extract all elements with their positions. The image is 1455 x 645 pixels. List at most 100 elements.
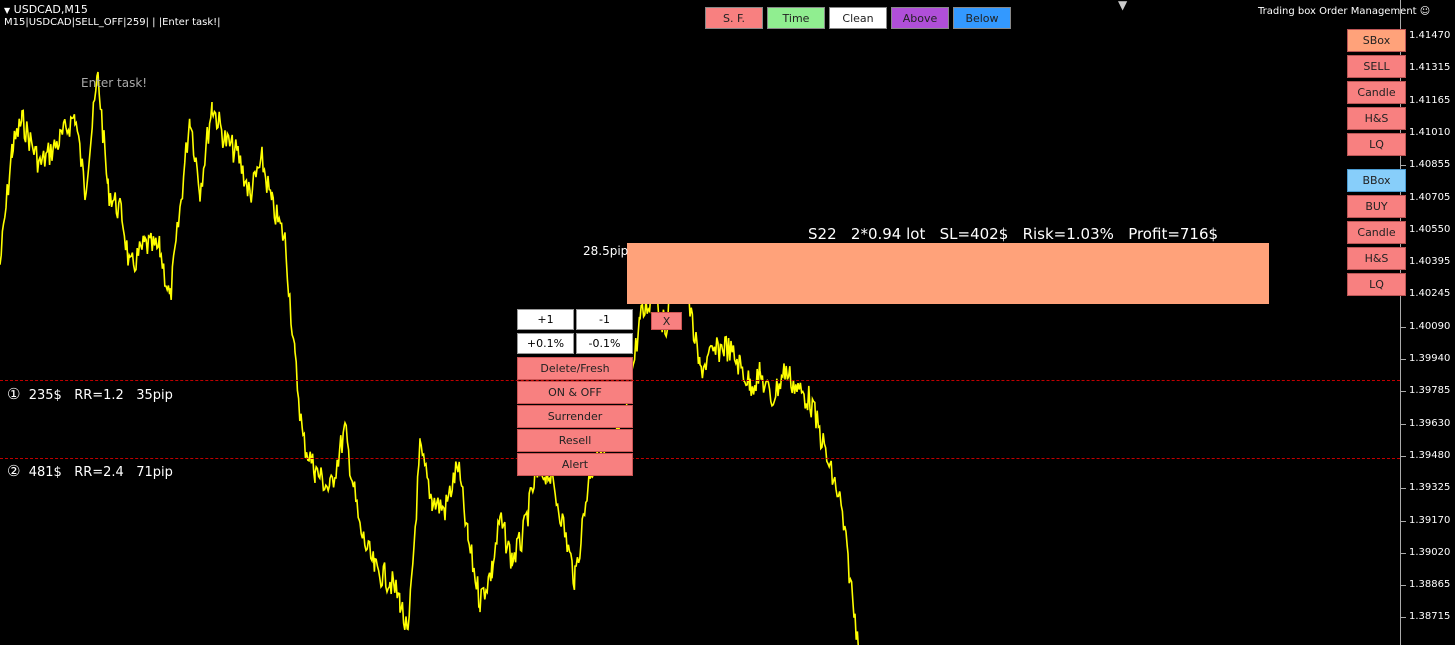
sell-hs-button[interactable]: H&S	[1347, 107, 1406, 130]
price-tick	[1400, 359, 1406, 360]
price-chart	[0, 71, 860, 645]
resell-button[interactable]: Resell	[517, 429, 633, 452]
minus-one-button[interactable]: -1	[576, 309, 633, 330]
price-tick	[1400, 617, 1406, 619]
dropdown-icon[interactable]: ▼	[4, 6, 10, 15]
sbox-label: SBox	[1362, 34, 1391, 47]
sell-lq-label: LQ	[1369, 138, 1384, 151]
chart-shift-icon: ▼	[1118, 0, 1128, 12]
price-tick	[1400, 552, 1406, 554]
sell-order-box[interactable]	[627, 243, 1269, 304]
sell-candle-button[interactable]: Candle	[1347, 81, 1406, 104]
buy-candle-label: Candle	[1357, 226, 1396, 239]
surrender-label: Surrender	[547, 410, 603, 423]
price-label: 1.40090	[1409, 320, 1451, 332]
sbox-button[interactable]: SBox	[1347, 29, 1406, 52]
info-line: M15|USDCAD|SELL_OFF|259| | |Enter task!|	[4, 17, 221, 28]
time-button-label: Time	[782, 11, 810, 25]
price-line	[0, 71, 860, 645]
price-label: 1.41315	[1409, 62, 1451, 74]
smiley-icon: ☺	[1419, 6, 1431, 17]
buy-label: BUY	[1365, 200, 1388, 213]
price-tick	[1400, 391, 1406, 393]
symbol-header: ▼ USDCAD,M15	[4, 4, 88, 17]
plus-percent-label: +0.1%	[526, 337, 565, 350]
minus-percent-label: -0.1%	[588, 337, 621, 350]
symbol-label: USDCAD,M15	[13, 3, 88, 16]
level-line-2[interactable]	[0, 458, 1400, 459]
buy-button[interactable]: BUY	[1347, 195, 1406, 218]
minus-one-label: -1	[599, 313, 610, 326]
buy-hs-button[interactable]: H&S	[1347, 247, 1406, 270]
level-1-marker: ①	[7, 385, 21, 403]
price-label: 1.40705	[1409, 191, 1451, 203]
price-label: 1.40855	[1409, 159, 1451, 171]
buy-lq-button[interactable]: LQ	[1347, 273, 1406, 296]
price-tick	[1400, 455, 1406, 457]
clean-button-label: Clean	[842, 11, 874, 25]
price-label: 1.39785	[1409, 385, 1451, 397]
buy-hs-label: H&S	[1364, 252, 1389, 265]
price-label: 1.40395	[1409, 256, 1451, 268]
sell-hs-label: H&S	[1364, 112, 1389, 125]
price-label: 1.41165	[1409, 94, 1451, 106]
below-button[interactable]: Below	[953, 7, 1011, 29]
surrender-button[interactable]: Surrender	[517, 405, 633, 428]
price-tick	[1400, 585, 1406, 587]
level-2-marker: ②	[7, 462, 21, 480]
level-2-label: ② 481$ RR=2.4 71pip	[7, 462, 173, 480]
buy-lq-label: LQ	[1369, 278, 1384, 291]
on-off-label: ON & OFF	[548, 386, 602, 399]
price-tick	[1400, 488, 1406, 490]
price-tick	[1400, 423, 1406, 425]
sell-button[interactable]: SELL	[1347, 55, 1406, 78]
sf-button[interactable]: S. F.	[705, 7, 763, 29]
pip-label: 28.5pip	[583, 244, 629, 258]
on-off-button[interactable]: ON & OFF	[517, 381, 633, 404]
bbox-button[interactable]: BBox	[1347, 169, 1406, 192]
alert-button[interactable]: Alert	[517, 453, 633, 476]
price-label: 1.40245	[1409, 288, 1451, 300]
sell-label: SELL	[1363, 60, 1390, 73]
price-label: 1.39325	[1409, 482, 1451, 494]
clean-button[interactable]: Clean	[829, 7, 887, 29]
price-tick	[1400, 520, 1406, 522]
sf-button-label: S. F.	[722, 11, 746, 25]
price-label: 1.39170	[1409, 514, 1451, 526]
delete-fresh-button[interactable]: Delete/Fresh	[517, 357, 633, 380]
delete-fresh-label: Delete/Fresh	[540, 362, 610, 375]
buy-candle-button[interactable]: Candle	[1347, 221, 1406, 244]
sell-lq-button[interactable]: LQ	[1347, 133, 1406, 156]
level-2-text: 481$ RR=2.4 71pip	[28, 465, 173, 480]
minus-percent-button[interactable]: -0.1%	[576, 333, 633, 354]
close-order-label: X	[662, 314, 671, 328]
brand-label: Trading box Order Management ☺	[1258, 6, 1430, 17]
level-1-text: 235$ RR=1.2 35pip	[28, 388, 173, 403]
plus-percent-button[interactable]: +0.1%	[517, 333, 574, 354]
close-order-button[interactable]: X	[651, 312, 682, 330]
price-label: 1.41010	[1409, 126, 1451, 138]
price-label: 1.38865	[1409, 579, 1451, 591]
below-button-label: Below	[965, 11, 999, 25]
time-button[interactable]: Time	[767, 7, 825, 29]
resell-label: Resell	[558, 434, 592, 447]
plus-one-button[interactable]: +1	[517, 309, 574, 330]
price-label: 1.40550	[1409, 223, 1451, 235]
price-label: 1.38715	[1409, 611, 1451, 623]
level-1-label: ① 235$ RR=1.2 35pip	[7, 385, 173, 403]
level-line-1[interactable]	[0, 380, 1400, 381]
price-tick	[1400, 326, 1406, 328]
plus-one-label: +1	[537, 313, 554, 326]
sell-candle-label: Candle	[1357, 86, 1396, 99]
chart-task-label: Enter task!	[81, 76, 148, 90]
above-button-label: Above	[902, 11, 938, 25]
bbox-label: BBox	[1362, 174, 1391, 187]
order-summary: S22 2*0.94 lot SL=402$ Risk=1.03% Profit…	[808, 225, 1219, 243]
price-label: 1.39480	[1409, 449, 1451, 461]
alert-label: Alert	[561, 458, 589, 471]
price-label: 1.41470	[1409, 30, 1451, 41]
price-label: 1.39940	[1409, 353, 1451, 364]
above-button[interactable]: Above	[891, 7, 949, 29]
price-tick	[1400, 165, 1406, 167]
brand-text: Trading box Order Management	[1258, 6, 1417, 17]
